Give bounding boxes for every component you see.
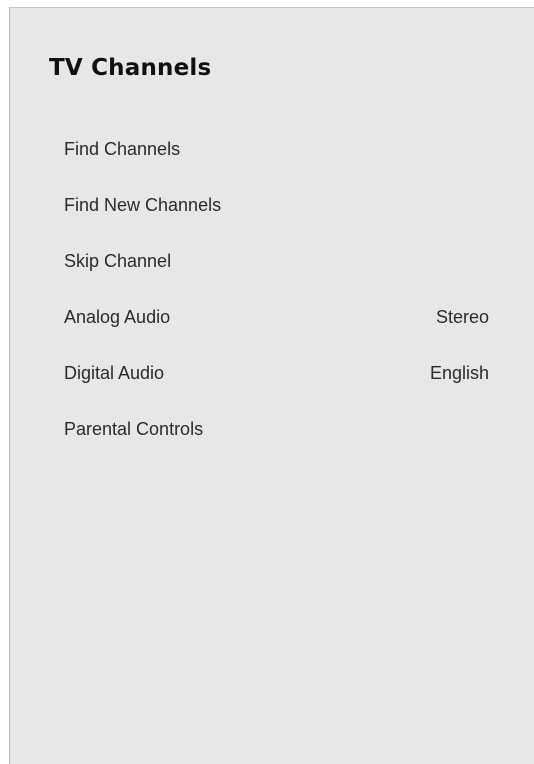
channel-settings-menu: Find Channels Find New Channels Skip Cha… — [10, 125, 534, 461]
menu-item-skip-channel[interactable]: Skip Channel — [10, 237, 534, 293]
menu-item-label: Find Channels — [64, 139, 181, 159]
menu-item-label: Analog Audio — [64, 307, 171, 327]
menu-item-digital-audio[interactable]: Digital Audio English — [10, 349, 534, 405]
menu-item-find-channels[interactable]: Find Channels — [10, 125, 534, 181]
menu-item-parental-controls[interactable]: Parental Controls — [10, 405, 534, 461]
menu-item-label: Find New Channels — [64, 195, 222, 215]
digital-audio-value: English — [429, 363, 489, 383]
menu-item-label: Skip Channel — [64, 251, 172, 271]
analog-audio-value: Stereo — [435, 307, 489, 327]
menu-item-label: Digital Audio — [64, 363, 165, 383]
menu-item-find-new-channels[interactable]: Find New Channels — [10, 181, 534, 237]
menu-item-label: Parental Controls — [64, 419, 204, 439]
tv-channels-panel: TV Channels Find Channels Find New Chann… — [9, 7, 534, 764]
page-title: TV Channels — [49, 55, 212, 81]
menu-item-analog-audio[interactable]: Analog Audio Stereo — [10, 293, 534, 349]
